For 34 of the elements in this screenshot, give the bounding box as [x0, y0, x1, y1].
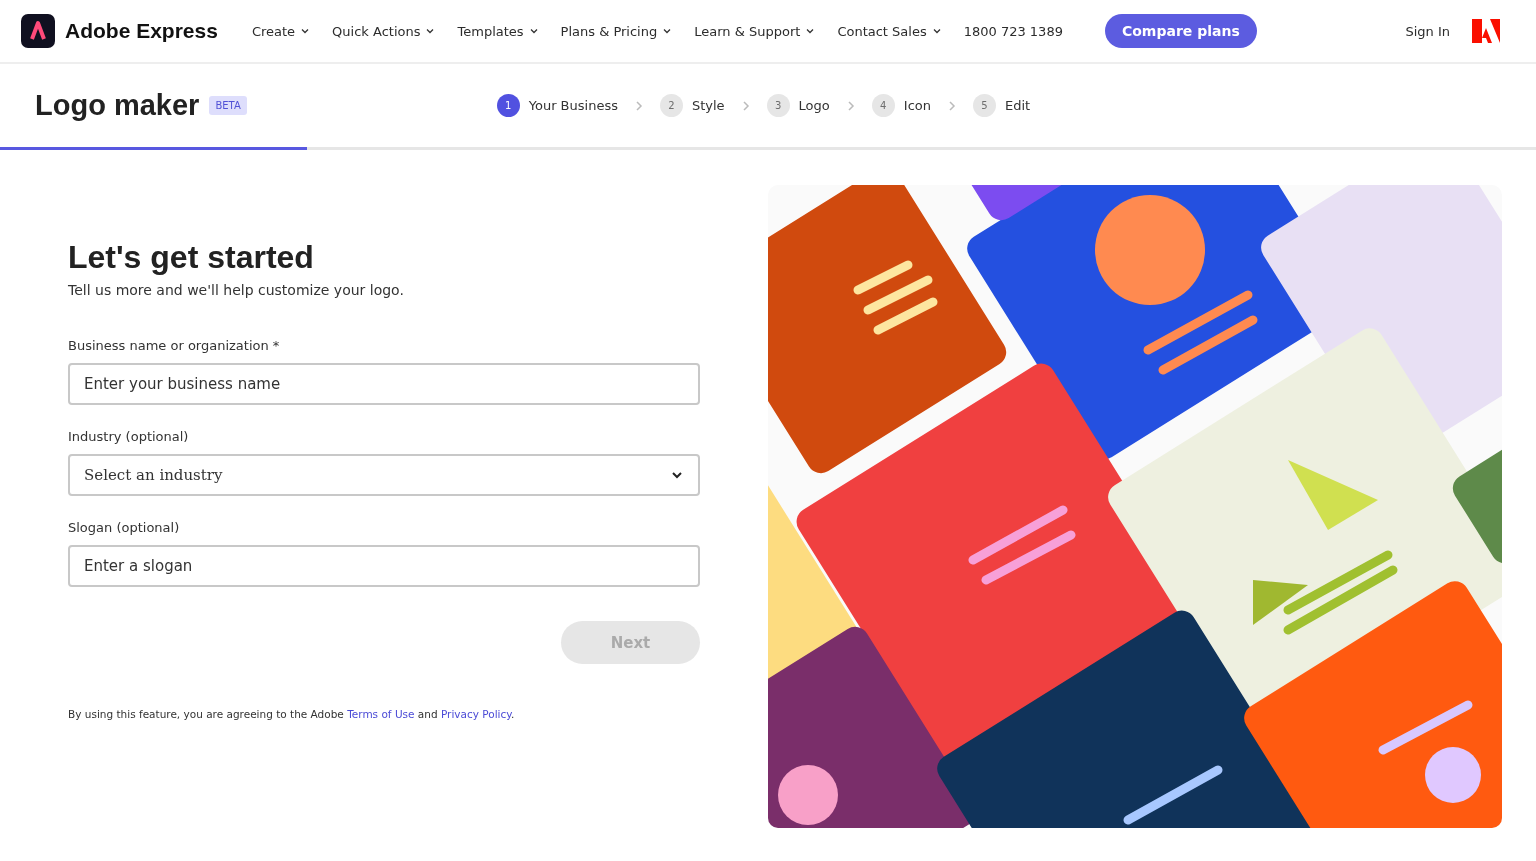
- beta-badge: BETA: [209, 96, 247, 115]
- brand-name: Adobe Express: [65, 19, 218, 43]
- legal-link[interactable]: Privacy Policy: [440, 708, 511, 720]
- field-label: Industry (optional): [68, 429, 190, 444]
- sign-in-link[interactable]: Sign In: [1405, 23, 1450, 39]
- nav-link[interactable]: Learn & Support: [694, 23, 816, 39]
- chevron-right-icon: [740, 100, 751, 111]
- nav-link[interactable]: Templates: [457, 23, 539, 39]
- field-label: Slogan (optional): [68, 520, 181, 535]
- legal-notice: By using this feature, you are agreeing to the Adobe Terms of Use and Privacy Policy.: [68, 708, 516, 720]
- nav-link[interactable]: Plans & Pricing: [560, 23, 673, 39]
- chevron-right-icon: [947, 100, 957, 111]
- compare-plans-button[interactable]: Compare plans: [1104, 14, 1257, 48]
- chevron-right-icon: [845, 100, 856, 111]
- industry-dropdown[interactable]: Select an industry: [68, 454, 700, 496]
- form-subheading: Tell us more and we'll help customize your logo.: [68, 282, 405, 298]
- page-title: Logo maker: [35, 89, 200, 122]
- step-tab[interactable]: 2 Style: [659, 94, 725, 117]
- nav-link[interactable]: Contact Sales: [837, 23, 942, 39]
- nav-link[interactable]: Quick Actions: [332, 23, 436, 39]
- chevron-right-icon: [633, 100, 644, 111]
- step-tab[interactable]: 1 Your Business: [496, 94, 618, 117]
- nav-link[interactable]: 1800 723 1389: [963, 23, 1063, 39]
- step-tab[interactable]: 5 Edit: [973, 94, 1031, 117]
- legal-link[interactable]: Terms of Use: [347, 708, 415, 720]
- text-input-field[interactable]: Enter your business name: [68, 363, 700, 405]
- text-input-field[interactable]: Enter a slogan: [68, 545, 700, 587]
- step-tab[interactable]: 3 Logo: [766, 94, 830, 117]
- adobe-logo-icon[interactable]: [1472, 19, 1500, 43]
- nav-link[interactable]: Create: [251, 23, 311, 39]
- step-tab[interactable]: 4 Icon: [871, 94, 931, 117]
- field-label: Business name or organization *: [68, 338, 281, 353]
- form-heading: Let's get started: [68, 239, 315, 276]
- brand-logo-icon[interactable]: [21, 14, 55, 48]
